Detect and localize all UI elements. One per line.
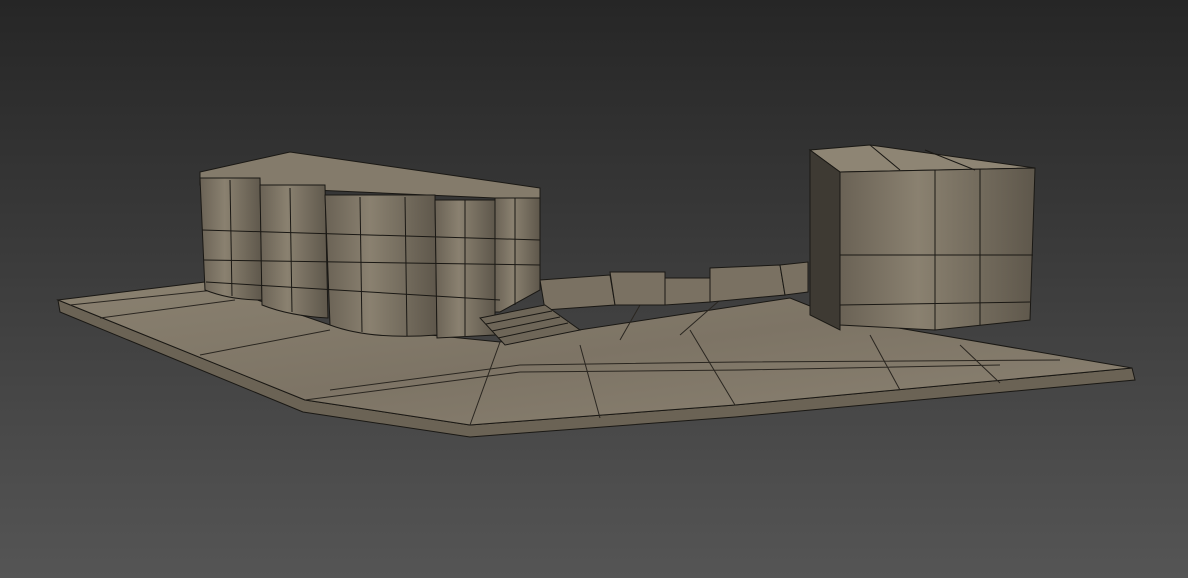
wall-segment (664, 277, 711, 306)
cylinder-tower (259, 184, 329, 319)
tower-front-face (839, 167, 1036, 331)
wall-segment (609, 271, 666, 306)
3d-viewport[interactable] (0, 0, 1188, 578)
wall-segment (539, 274, 616, 311)
scene-render (0, 0, 1188, 578)
tower-left-face (809, 149, 841, 331)
wall-segment (709, 264, 786, 303)
right-tower (808, 144, 1036, 331)
wall-segment (779, 261, 809, 296)
cylinder-tower (324, 194, 438, 337)
